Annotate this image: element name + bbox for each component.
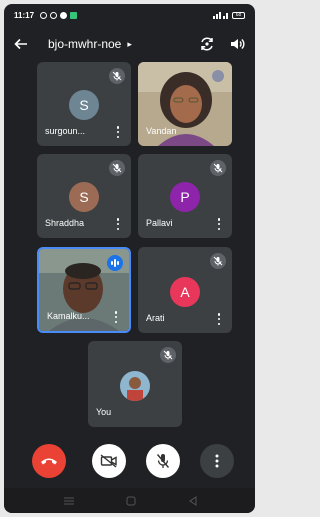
status-time: 11:17 (14, 10, 35, 20)
participant-tile[interactable]: A Arati (138, 247, 232, 333)
camera-toggle-button[interactable] (92, 444, 126, 478)
participant-name: Pallavi (146, 218, 173, 228)
participant-name: surgoun... (45, 126, 86, 136)
home-icon[interactable] (126, 496, 136, 506)
more-vert-icon[interactable] (214, 313, 224, 325)
participant-name: Kamalku... (47, 311, 90, 321)
end-call-icon (41, 458, 57, 465)
avatar (120, 371, 150, 401)
mic-off-icon (160, 347, 176, 363)
status-bar: 11:17 68 (4, 4, 255, 26)
chevron-right-icon[interactable]: ▸ (127, 39, 132, 50)
participant-tile[interactable]: Vandan (138, 62, 232, 146)
mic-off-icon (109, 68, 125, 84)
call-controls (4, 444, 255, 480)
mic-off-icon (156, 454, 170, 468)
more-vert-icon[interactable] (214, 218, 224, 230)
participant-name: Vandan (146, 126, 177, 136)
back-icon[interactable] (188, 496, 198, 506)
more-vert-icon[interactable] (111, 311, 121, 323)
more-vert-icon (215, 454, 219, 468)
notification-icons (40, 11, 78, 19)
speaking-indicator-icon (107, 255, 123, 271)
participant-name: You (96, 407, 112, 417)
mic-off-icon (210, 253, 226, 269)
participant-tile[interactable]: S surgoun... (37, 62, 131, 146)
notification-icon (60, 11, 68, 19)
more-vert-icon[interactable] (113, 126, 123, 138)
participant-tile[interactable]: S Shraddha (37, 154, 131, 238)
avatar: S (69, 90, 99, 120)
speaker-icon[interactable] (229, 36, 245, 52)
participant-tile-active-speaker[interactable]: Kamalku... (37, 247, 131, 333)
avatar: S (69, 182, 99, 212)
more-vert-icon[interactable] (113, 218, 123, 230)
meeting-code[interactable]: bjo-mwhr-noe (48, 37, 121, 51)
end-call-button[interactable] (32, 444, 66, 478)
signal-icon (213, 12, 228, 19)
avatar: A (170, 277, 200, 307)
menu-icon[interactable] (64, 497, 74, 505)
participant-name: Shraddha (45, 218, 85, 228)
participant-tile[interactable]: P Pallavi (138, 154, 232, 238)
participant-name: Arati (146, 313, 165, 323)
camera-off-icon (100, 454, 117, 468)
back-arrow-icon[interactable] (14, 37, 28, 51)
app-notification-icon (70, 11, 78, 19)
more-options-button[interactable] (200, 444, 234, 478)
notification-icon (50, 11, 58, 19)
phone-screen: 11:17 68 bjo-mwhr-noe ▸ S surgoun... Van… (4, 4, 255, 513)
notification-icon (40, 11, 48, 19)
self-tile[interactable]: You (88, 341, 182, 427)
mic-toggle-button[interactable] (146, 444, 180, 478)
mic-off-icon (109, 160, 125, 176)
mic-off-icon (210, 160, 226, 176)
call-header: bjo-mwhr-noe ▸ (4, 30, 255, 58)
system-nav-bar (4, 488, 255, 513)
system-icons: 68 (213, 11, 245, 19)
battery-icon: 68 (232, 11, 245, 19)
avatar: P (170, 182, 200, 212)
switch-camera-icon[interactable] (199, 36, 215, 52)
